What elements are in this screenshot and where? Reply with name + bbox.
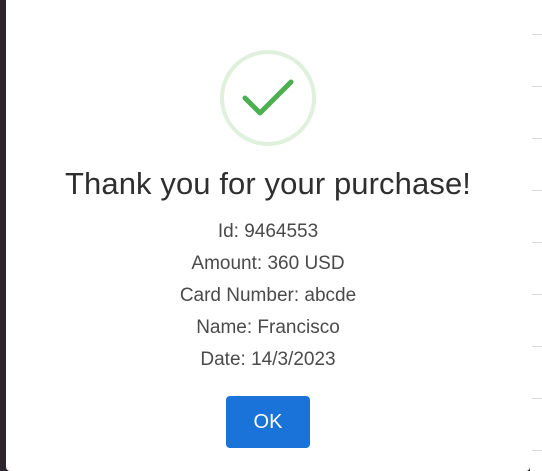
detail-card-number: Card Number: abcde [179, 285, 357, 306]
background-divider [532, 242, 542, 243]
background-divider [532, 294, 542, 295]
background-divider [532, 138, 542, 139]
success-icon-ring [220, 50, 316, 146]
detail-amount: Amount: 360 USD [191, 253, 345, 274]
ok-button[interactable]: OK [226, 396, 310, 448]
background-divider [532, 346, 542, 347]
background-divider [532, 450, 542, 451]
background-divider [532, 86, 542, 87]
dialog-title: Thank you for your purchase! [64, 166, 471, 201]
background-divider [532, 34, 542, 35]
background-divider [532, 190, 542, 191]
background-overlay [530, 0, 542, 471]
purchase-details: Id: 9464553 Amount: 360 USD Card Number:… [6, 216, 530, 376]
detail-date: Date: 14/3/2023 [200, 349, 336, 370]
checkmark-icon [242, 79, 294, 116]
detail-name: Name: Francisco [196, 317, 340, 338]
purchase-confirmation-dialog: Thank you for your purchase! Id: 9464553… [6, 0, 530, 471]
background-divider [532, 398, 542, 399]
detail-id: Id: 9464553 [217, 221, 319, 242]
